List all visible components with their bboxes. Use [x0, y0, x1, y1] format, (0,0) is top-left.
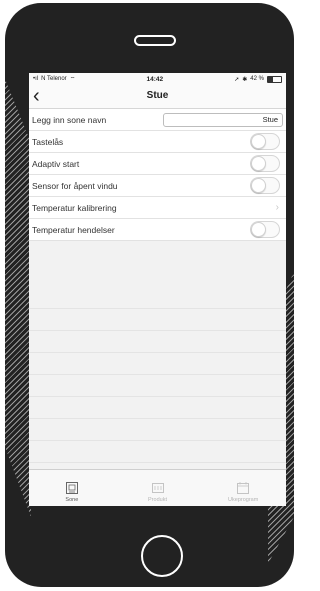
temperature-events-toggle[interactable]: [250, 221, 280, 238]
bluetooth-icon: ✱: [242, 76, 248, 83]
temperature-events-row: Temperatur hendelser: [29, 219, 286, 241]
status-bar: •ıl N Telenor ⌔ 14:42 ➚ ✱ 42 %: [29, 73, 286, 85]
home-button[interactable]: [141, 535, 183, 577]
tab-weekly-program-label: Ukeprogram: [228, 497, 259, 503]
temperature-events-label: Temperatur hendelser: [32, 224, 115, 235]
wifi-icon: ⌔: [69, 77, 76, 83]
open-window-sensor-toggle[interactable]: [250, 177, 280, 194]
toggle-knob: [251, 178, 266, 193]
open-window-sensor-row: Sensor for åpent vindu: [29, 175, 286, 197]
carrier-label: N Telenor: [41, 76, 67, 82]
tab-zone-label: Sone: [65, 497, 79, 503]
key-lock-label: Tastelås: [32, 136, 64, 147]
zone-name-label: Legg inn sone navn: [32, 114, 107, 125]
toggle-knob: [251, 134, 266, 149]
signal-icon: •ıl: [33, 76, 39, 82]
tab-weekly-program[interactable]: Ukeprogram: [200, 470, 286, 506]
chevron-right-icon: ›: [275, 202, 279, 213]
zone-name-row: Legg inn sone navn: [29, 109, 286, 131]
temperature-calibration-label: Temperatur kalibrering: [32, 202, 117, 213]
adaptive-start-row: Adaptiv start: [29, 153, 286, 175]
clock: 14:42: [146, 75, 164, 83]
adaptive-start-label: Adaptiv start: [32, 158, 80, 169]
toggle-knob: [251, 156, 266, 171]
speaker-icon: [134, 35, 176, 46]
app-screen: •ıl N Telenor ⌔ 14:42 ➚ ✱ 42 % ‹ Stue Le…: [29, 73, 286, 506]
key-lock-row: Tastelås: [29, 131, 286, 153]
battery-icon: [266, 75, 282, 83]
calendar-icon: [237, 482, 250, 494]
toggle-knob: [251, 222, 266, 237]
navigation-bar: ‹ Stue: [29, 85, 286, 109]
tab-zone[interactable]: Sone: [29, 470, 115, 506]
location-icon: ➚: [234, 76, 240, 83]
tab-bar: Sone Produkt Ukeprogram: [29, 469, 286, 506]
battery-percent: 42 %: [250, 76, 264, 82]
adaptive-start-toggle[interactable]: [250, 155, 280, 172]
tab-product-label: Produkt: [148, 497, 167, 503]
zone-icon: [65, 482, 78, 494]
product-icon: [151, 483, 164, 493]
empty-list-area: [29, 287, 286, 470]
zone-name-input[interactable]: [163, 112, 283, 127]
temperature-calibration-row[interactable]: Temperatur kalibrering ›: [29, 197, 286, 219]
open-window-sensor-label: Sensor for åpent vindu: [32, 180, 118, 191]
page-title: Stue: [146, 90, 169, 101]
key-lock-toggle[interactable]: [250, 133, 280, 150]
tab-product[interactable]: Produkt: [115, 470, 201, 506]
